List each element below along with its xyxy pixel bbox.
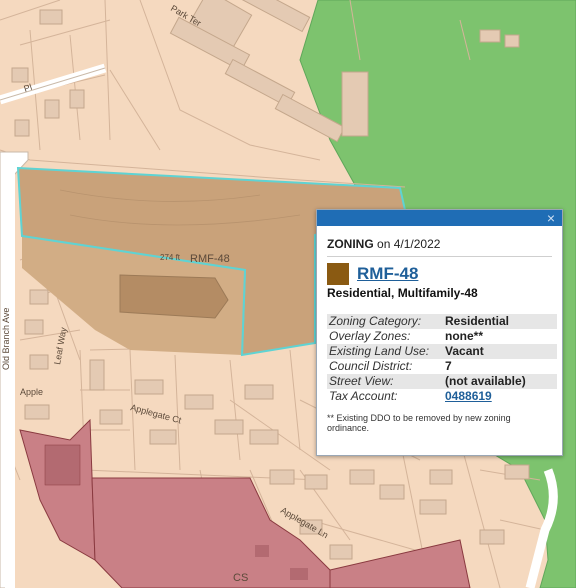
attribute-label: Tax Account:: [329, 389, 398, 403]
attribute-row: Tax Account: 0488619: [327, 389, 557, 404]
attribute-value: (not available): [443, 374, 557, 389]
zone-color-swatch: [327, 263, 349, 285]
popup-date: 4/1/2022: [393, 237, 441, 251]
attribute-label: Existing Land Use:: [327, 344, 443, 359]
zoning-popup: × ZONING on 4/1/2022 RMF-48 Residential,…: [316, 209, 563, 456]
popup-heading: ZONING on 4/1/2022: [327, 237, 552, 257]
elevation-label: 274 ft: [160, 253, 181, 262]
popup-body: ZONING on 4/1/2022 RMF-48 Residential, M…: [317, 226, 562, 433]
popup-footnote: ** Existing DDO to be removed by new zon…: [327, 413, 511, 433]
close-icon[interactable]: ×: [544, 210, 558, 226]
attribute-value: 7: [445, 359, 452, 373]
attribute-row: Existing Land Use: Vacant: [327, 344, 557, 359]
street-label-old-branch: Old Branch Ave: [1, 308, 11, 370]
parcel-zone-label: RMF-48: [190, 253, 230, 265]
attribute-row: Council District: 7: [327, 359, 557, 374]
attribute-table: Zoning Category: Residential Overlay Zon…: [327, 314, 557, 404]
zone-code-link[interactable]: RMF-48: [357, 264, 418, 284]
attribute-row: Overlay Zones: none**: [327, 329, 557, 344]
attribute-value: Residential: [443, 314, 557, 329]
attribute-label: Overlay Zones:: [329, 329, 411, 343]
attribute-value: none**: [445, 329, 484, 343]
attribute-value-cell: 0488619: [443, 389, 557, 404]
attribute-value: Vacant: [443, 344, 557, 359]
zone-row: RMF-48: [327, 263, 552, 285]
attribute-row: Street View: (not available): [327, 374, 557, 389]
attribute-label: Council District:: [329, 359, 413, 373]
attribute-label: Street View:: [327, 374, 443, 389]
attribute-label: Zoning Category:: [327, 314, 443, 329]
zone-label-cs: CS: [233, 572, 248, 584]
popup-date-prefix: on: [377, 237, 391, 251]
zone-description: Residential, Multifamily-48: [327, 286, 478, 300]
tax-account-link[interactable]: 0488619: [445, 389, 492, 403]
attribute-row: Zoning Category: Residential: [327, 314, 557, 329]
popup-titlebar: ×: [317, 210, 562, 226]
street-label-apple: Apple: [20, 387, 43, 397]
popup-title: ZONING: [327, 237, 374, 251]
